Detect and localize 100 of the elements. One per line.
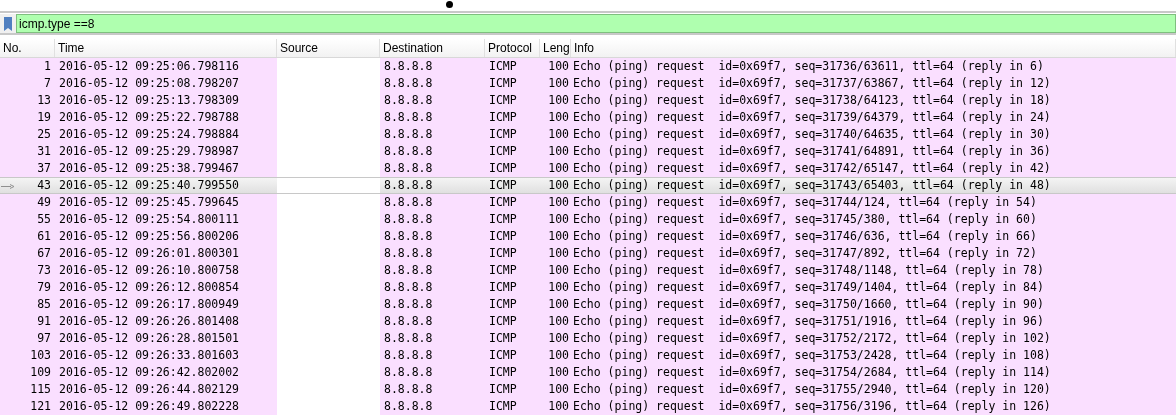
packet-number: 13 bbox=[37, 91, 51, 109]
info-cell: Echo (ping) request id=0x69f7, seq=31750/1660, ttl=64 (reply in 90) bbox=[573, 296, 1044, 311]
destination-cell: 8.8.8.8 bbox=[384, 245, 433, 260]
packet-number: 25 bbox=[37, 125, 51, 143]
packet-row[interactable]: 109 2016-05-12 09:26:42.802002 8.8.8.8 ICMP 100 Echo (ping) request id=0x69f7, seq=31754/2684, ttl=64 (reply in 114) bbox=[0, 364, 1176, 381]
packet-row[interactable]: 7 2016-05-12 09:25:08.798207 8.8.8.8 ICMP 100 Echo (ping) request id=0x69f7, seq=31737/63867, ttl=64 (reply in 12) bbox=[0, 75, 1176, 92]
packet-row[interactable]: 91 2016-05-12 09:26:26.801408 8.8.8.8 ICMP 100 Echo (ping) request id=0x69f7, seq=31751/1916, ttl=64 (reply in 96) bbox=[0, 313, 1176, 330]
packet-row[interactable]: 25 2016-05-12 09:25:24.798884 8.8.8.8 ICMP 100 Echo (ping) request id=0x69f7, seq=31740/64635, ttl=64 (reply in 30) bbox=[0, 126, 1176, 143]
packet-row[interactable]: 103 2016-05-12 09:26:33.801603 8.8.8.8 ICMP 100 Echo (ping) request id=0x69f7, seq=31753/2428, ttl=64 (reply in 108) bbox=[0, 347, 1176, 364]
dot-icon bbox=[446, 1, 453, 8]
packet-row[interactable]: 121 2016-05-12 09:26:49.802228 8.8.8.8 ICMP 100 Echo (ping) request id=0x69f7, seq=31756/3196, ttl=64 (reply in 126) bbox=[0, 398, 1176, 415]
time-cell: 2016-05-12 09:26:33.801603 bbox=[59, 347, 239, 362]
length-cell-text: 100 bbox=[548, 210, 569, 228]
packet-number: 43 bbox=[37, 176, 51, 194]
column-header[interactable]: No. bbox=[0, 39, 55, 57]
length-cell-text: 100 bbox=[548, 176, 569, 194]
info-cell: Echo (ping) request id=0x69f7, seq=31738/64123, ttl=64 (reply in 18) bbox=[573, 92, 1051, 107]
length-cell-text: 100 bbox=[548, 244, 569, 262]
packet-number: 85 bbox=[37, 295, 51, 313]
info-cell: Echo (ping) request id=0x69f7, seq=31737/63867, ttl=64 (reply in 12) bbox=[573, 75, 1051, 90]
destination-cell: 8.8.8.8 bbox=[384, 194, 433, 209]
packet-row[interactable]: 37 2016-05-12 09:25:38.799467 8.8.8.8 ICMP 100 Echo (ping) request id=0x69f7, seq=31742/65147, ttl=64 (reply in 42) bbox=[0, 160, 1176, 177]
destination-cell: 8.8.8.8 bbox=[384, 126, 433, 141]
protocol-cell: ICMP bbox=[489, 228, 517, 243]
packet-row[interactable]: 31 2016-05-12 09:25:29.798987 8.8.8.8 ICMP 100 Echo (ping) request id=0x69f7, seq=31741/64891, ttl=64 (reply in 36) bbox=[0, 143, 1176, 160]
column-header[interactable]: Info bbox=[571, 39, 1176, 57]
protocol-cell: ICMP bbox=[489, 313, 517, 328]
length-cell-text: 100 bbox=[548, 91, 569, 109]
packet-number: 73 bbox=[37, 261, 51, 279]
length-cell-text: 100 bbox=[548, 380, 569, 398]
packet-row[interactable]: 55 2016-05-12 09:25:54.800111 8.8.8.8 ICMP 100 Echo (ping) request id=0x69f7, seq=31745/380, ttl=64 (reply in 60) bbox=[0, 211, 1176, 228]
destination-cell: 8.8.8.8 bbox=[384, 143, 433, 158]
destination-cell: 8.8.8.8 bbox=[384, 296, 433, 311]
time-cell: 2016-05-12 09:25:29.798987 bbox=[59, 143, 239, 158]
length-cell-text: 100 bbox=[548, 329, 569, 347]
protocol-cell: ICMP bbox=[489, 296, 517, 311]
packet-row[interactable]: 85 2016-05-12 09:26:17.800949 8.8.8.8 ICMP 100 Echo (ping) request id=0x69f7, seq=31750/1660, ttl=64 (reply in 90) bbox=[0, 296, 1176, 313]
protocol-cell: ICMP bbox=[489, 262, 517, 277]
info-cell: Echo (ping) request id=0x69f7, seq=31755/2940, ttl=64 (reply in 120) bbox=[573, 381, 1051, 396]
column-header[interactable]: Source bbox=[277, 39, 380, 57]
time-cell: 2016-05-12 09:26:42.802002 bbox=[59, 364, 239, 379]
column-header[interactable]: Destination bbox=[380, 39, 485, 57]
packet-row[interactable]: 67 2016-05-12 09:26:01.800301 8.8.8.8 ICMP 100 Echo (ping) request id=0x69f7, seq=31747/892, ttl=64 (reply in 72) bbox=[0, 245, 1176, 262]
length-cell-text: 100 bbox=[548, 142, 569, 160]
packet-row[interactable]: 61 2016-05-12 09:25:56.800206 8.8.8.8 ICMP 100 Echo (ping) request id=0x69f7, seq=31746/636, ttl=64 (reply in 66) bbox=[0, 228, 1176, 245]
length-cell-text: 100 bbox=[548, 74, 569, 92]
info-cell: Echo (ping) request id=0x69f7, seq=31746/636, ttl=64 (reply in 66) bbox=[573, 228, 1037, 243]
column-header[interactable]: Leng bbox=[540, 39, 571, 57]
packet-number: 61 bbox=[37, 227, 51, 245]
packet-number: 103 bbox=[30, 346, 51, 364]
packet-row[interactable]: 97 2016-05-12 09:26:28.801501 8.8.8.8 ICMP 100 Echo (ping) request id=0x69f7, seq=31752/2172, ttl=64 (reply in 102) bbox=[0, 330, 1176, 347]
protocol-cell: ICMP bbox=[489, 126, 517, 141]
filter-field[interactable]: icmp.type ==8 bbox=[16, 14, 1176, 33]
protocol-cell: ICMP bbox=[489, 75, 517, 90]
info-cell: Echo (ping) request id=0x69f7, seq=31741/64891, ttl=64 (reply in 36) bbox=[573, 143, 1051, 158]
destination-cell: 8.8.8.8 bbox=[384, 92, 433, 107]
column-header[interactable]: Protocol bbox=[485, 39, 540, 57]
packet-row[interactable]: 79 2016-05-12 09:26:12.800854 8.8.8.8 ICMP 100 Echo (ping) request id=0x69f7, seq=31749/1404, ttl=64 (reply in 84) bbox=[0, 279, 1176, 296]
protocol-cell: ICMP bbox=[489, 109, 517, 124]
destination-cell: 8.8.8.8 bbox=[384, 364, 433, 379]
length-cell-text: 100 bbox=[548, 261, 569, 279]
length-cell-text: 100 bbox=[548, 227, 569, 245]
destination-cell: 8.8.8.8 bbox=[384, 313, 433, 328]
protocol-cell: ICMP bbox=[489, 279, 517, 294]
length-cell-text: 100 bbox=[548, 312, 569, 330]
packet-row[interactable]: 1 2016-05-12 09:25:06.798116 8.8.8.8 ICMP 100 Echo (ping) request id=0x69f7, seq=31736/63611, ttl=64 (reply in 6) bbox=[0, 58, 1176, 75]
info-cell: Echo (ping) request id=0x69f7, seq=31752/2172, ttl=64 (reply in 102) bbox=[573, 330, 1051, 345]
packet-row[interactable]: 115 2016-05-12 09:26:44.802129 8.8.8.8 ICMP 100 Echo (ping) request id=0x69f7, seq=31755/2940, ttl=64 (reply in 120) bbox=[0, 381, 1176, 398]
info-cell: Echo (ping) request id=0x69f7, seq=31745/380, ttl=64 (reply in 60) bbox=[573, 211, 1037, 226]
time-cell: 2016-05-12 09:25:06.798116 bbox=[59, 58, 239, 73]
length-cell-text: 100 bbox=[548, 397, 569, 415]
time-cell: 2016-05-12 09:25:24.798884 bbox=[59, 126, 239, 141]
time-cell: 2016-05-12 09:26:01.800301 bbox=[59, 245, 239, 260]
packet-number: 1 bbox=[44, 57, 51, 75]
packet-row[interactable]: 19 2016-05-12 09:25:22.798788 8.8.8.8 ICMP 100 Echo (ping) request id=0x69f7, seq=31739/64379, ttl=64 (reply in 24) bbox=[0, 109, 1176, 126]
destination-cell: 8.8.8.8 bbox=[384, 279, 433, 294]
packet-row[interactable]: 49 2016-05-12 09:25:45.799645 8.8.8.8 ICMP 100 Echo (ping) request id=0x69f7, seq=31744/124, ttl=64 (reply in 54) bbox=[0, 194, 1176, 211]
packet-number: 121 bbox=[30, 397, 51, 415]
time-cell: 2016-05-12 09:25:38.799467 bbox=[59, 160, 239, 175]
packet-number: 37 bbox=[37, 159, 51, 177]
time-cell: 2016-05-12 09:25:22.798788 bbox=[59, 109, 239, 124]
packet-number: 79 bbox=[37, 278, 51, 296]
bookmark-icon[interactable] bbox=[4, 16, 12, 31]
packet-number: 109 bbox=[30, 363, 51, 381]
info-cell: Echo (ping) request id=0x69f7, seq=31739/64379, ttl=64 (reply in 24) bbox=[573, 109, 1051, 124]
packet-number: 91 bbox=[37, 312, 51, 330]
time-cell: 2016-05-12 09:25:40.799550 bbox=[59, 177, 239, 192]
destination-cell: 8.8.8.8 bbox=[384, 160, 433, 175]
protocol-cell: ICMP bbox=[489, 347, 517, 362]
info-cell: Echo (ping) request id=0x69f7, seq=31742/65147, ttl=64 (reply in 42) bbox=[573, 160, 1051, 175]
destination-cell: 8.8.8.8 bbox=[384, 262, 433, 277]
column-header[interactable]: Time bbox=[55, 39, 277, 57]
packet-row[interactable]: 43 2016-05-12 09:25:40.799550 8.8.8.8 ICMP 100 Echo (ping) request id=0x69f7, seq=31743/65403, ttl=64 (reply in 48) bbox=[0, 177, 1176, 194]
packet-row[interactable]: 13 2016-05-12 09:25:13.798309 8.8.8.8 ICMP 100 Echo (ping) request id=0x69f7, seq=31738/64123, ttl=64 (reply in 18) bbox=[0, 92, 1176, 109]
protocol-cell: ICMP bbox=[489, 245, 517, 260]
info-cell: Echo (ping) request id=0x69f7, seq=31753/2428, ttl=64 (reply in 108) bbox=[573, 347, 1051, 362]
info-cell: Echo (ping) request id=0x69f7, seq=31756/3196, ttl=64 (reply in 126) bbox=[573, 398, 1051, 413]
protocol-cell: ICMP bbox=[489, 364, 517, 379]
time-cell: 2016-05-12 09:26:12.800854 bbox=[59, 279, 239, 294]
packet-row[interactable]: 73 2016-05-12 09:26:10.800758 8.8.8.8 ICMP 100 Echo (ping) request id=0x69f7, seq=31748/1148, ttl=64 (reply in 78) bbox=[0, 262, 1176, 279]
